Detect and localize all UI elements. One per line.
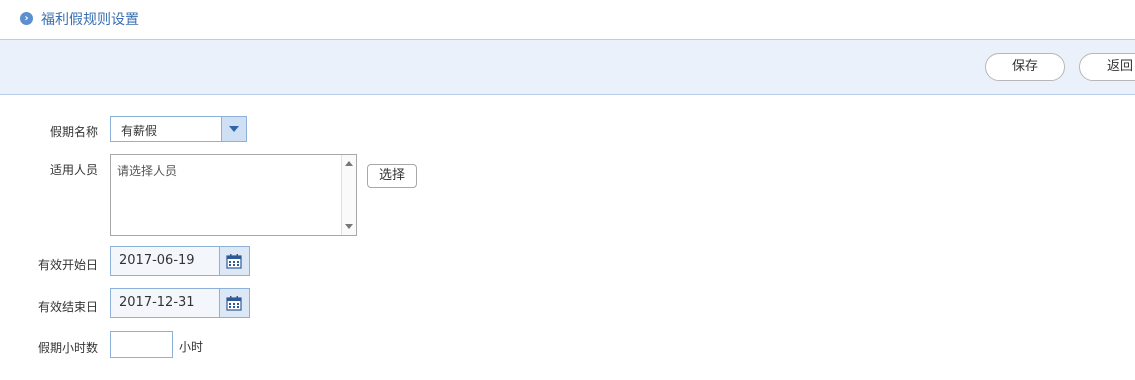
start-date-input[interactable]: 2017-06-19: [110, 246, 228, 276]
leave-name-label: 假期名称: [49, 125, 98, 139]
caret-down-icon[interactable]: [221, 117, 246, 141]
save-button[interactable]: 保存: [985, 53, 1065, 81]
end-date-input[interactable]: 2017-12-31: [110, 288, 228, 318]
toolbar: 保存 返回: [0, 39, 1135, 95]
scroll-up-icon[interactable]: [345, 161, 353, 166]
leave-hours-unit: 小时: [179, 340, 204, 354]
calendar-icon[interactable]: [219, 288, 250, 318]
choose-staff-button[interactable]: 选择: [367, 164, 417, 188]
applicable-staff-label: 适用人员: [49, 163, 98, 177]
end-date-label: 有效结束日: [37, 300, 98, 314]
calendar-icon[interactable]: [219, 246, 250, 276]
scroll-down-icon[interactable]: [345, 224, 353, 229]
applicable-staff-textarea[interactable]: 请选择人员: [110, 154, 357, 236]
page-header: › 福利假规则设置: [0, 0, 1135, 38]
chevron-right-circle-icon: ›: [20, 12, 33, 25]
leave-hours-input[interactable]: [110, 331, 173, 358]
back-button[interactable]: 返回: [1079, 53, 1135, 81]
leave-name-select[interactable]: 有薪假: [110, 116, 247, 142]
start-date-label: 有效开始日: [37, 258, 98, 272]
textarea-scrollbar[interactable]: [341, 155, 356, 235]
page-title: 福利假规则设置: [41, 12, 139, 28]
applicable-staff-placeholder: 请选择人员: [117, 164, 178, 178]
leave-hours-label: 假期小时数: [37, 341, 98, 355]
leave-name-value: 有薪假: [121, 124, 158, 138]
